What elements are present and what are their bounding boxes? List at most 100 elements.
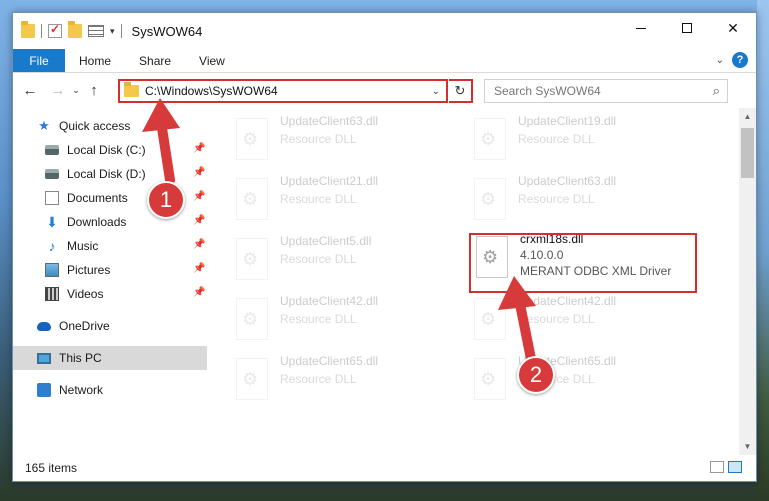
computer-icon [37,352,51,364]
minimize-button[interactable] [618,13,664,43]
dll-file-icon [236,298,268,340]
properties-icon[interactable] [88,25,104,37]
file-desc: Resource DLL [280,192,357,206]
forward-arrow-icon[interactable]: → [47,82,69,99]
file-name: UpdateClient42.dll [280,294,379,308]
help-icon[interactable]: ? [732,52,748,68]
file-item[interactable]: UpdateClient19.dll Resource DLL [474,112,694,166]
file-item[interactable]: UpdateClient63.dll Resource DLL [474,172,694,226]
download-icon: ⬇ [46,214,58,230]
file-desc: Resource DLL [518,192,595,206]
search-placeholder: Search SysWOW64 [494,84,601,98]
nav-music[interactable]: ♪ Music 📌 [13,234,207,258]
pictures-icon [45,263,59,277]
file-item[interactable]: UpdateClient65.dllResource DLL [474,352,694,406]
nav-label: Downloads [67,215,127,229]
nav-label: Videos [67,287,104,301]
search-input[interactable]: Search SysWOW64 ⌕ [484,79,728,103]
dll-file-icon [474,358,506,400]
maximize-icon [682,23,692,33]
nav-label: OneDrive [59,319,110,333]
navigation-pane: ★ Quick access Local Disk (C:) 📌 Local D… [13,108,207,455]
pin-icon[interactable]: 📌 [193,239,205,250]
nav-label: Pictures [67,263,111,277]
file-item[interactable]: UpdateClient63.dll Resource DLL [236,112,456,166]
nav-pictures[interactable]: Pictures 📌 [13,258,207,282]
drive-icon [45,145,59,155]
file-item[interactable]: UpdateClient5.dll Resource DLL [236,232,456,286]
nav-local-disk-c[interactable]: Local Disk (C:) 📌 [13,138,207,162]
nav-quick-access[interactable]: ★ Quick access [13,114,207,138]
tab-file[interactable]: File [13,49,65,72]
file-item[interactable]: UpdateClient42.dll Resource DLL [236,292,456,346]
recent-locations-chevron-icon[interactable]: ⌄ [69,85,83,96]
new-folder-icon[interactable] [68,21,82,38]
file-item[interactable]: UpdateClient42.dll Resource DLL [474,292,694,346]
refresh-button[interactable]: ↻ [449,79,473,103]
address-bar[interactable]: C:\Windows\SysWOW64 ⌄ [118,79,448,103]
item-count: 165 items [25,461,78,475]
nav-label: Network [59,383,104,397]
address-dropdown-chevron-icon[interactable]: ⌄ [432,86,440,97]
maximize-button[interactable] [664,13,710,43]
expand-ribbon-chevron-icon[interactable]: ⌄ [716,55,724,66]
folder-icon [124,82,139,97]
divider [41,24,42,38]
close-icon: ✕ [727,19,739,36]
address-path[interactable]: C:\Windows\SysWOW64 [145,84,432,98]
file-name: UpdateClient21.dll [280,174,379,188]
file-name: UpdateClient42.dll [518,294,617,308]
title-bar: ▾ SysWOW64 ✕ [13,13,756,49]
step-1-marker: 1 [147,181,185,219]
nav-onedrive[interactable]: OneDrive [13,314,207,338]
pin-icon[interactable]: 📌 [193,191,205,202]
tab-home[interactable]: Home [65,49,125,72]
window-title: SysWOW64 [131,23,203,39]
customize-toolbar-chevron-icon[interactable]: ▾ [110,26,115,37]
star-icon: ★ [38,118,50,133]
file-name: UpdateClient19.dll [518,114,617,128]
nav-label: Local Disk (C:) [67,143,146,157]
file-desc: Resource DLL [280,252,357,266]
vertical-scrollbar[interactable]: ▲ ▼ [739,108,756,455]
nav-this-pc[interactable]: This PC [13,346,207,370]
pin-icon[interactable]: 📌 [193,287,205,298]
file-name: UpdateClient5.dll [280,234,372,248]
minimize-icon [636,27,646,29]
file-item[interactable]: UpdateClient65.dllResource DLL [236,352,456,406]
back-arrow-icon[interactable]: ← [19,82,41,99]
videos-icon [45,287,59,301]
desktop-background [757,0,769,501]
network-icon [37,383,51,397]
ribbon-tabs: File Home Share View ⌄ ? [13,49,756,73]
tiles-view-icon[interactable] [728,461,742,473]
pin-icon[interactable]: 📌 [193,167,205,178]
nav-videos[interactable]: Videos 📌 [13,282,207,306]
properties-check-icon[interactable] [48,22,62,38]
file-name: UpdateClient65.dll [280,354,379,368]
scroll-thumb[interactable] [741,128,754,178]
scroll-up-icon[interactable]: ▲ [739,108,756,125]
scroll-down-icon[interactable]: ▼ [739,438,756,455]
document-icon [45,191,59,205]
main-area: ★ Quick access Local Disk (C:) 📌 Local D… [13,108,756,455]
close-button[interactable]: ✕ [710,13,756,43]
up-arrow-icon[interactable]: ↑ [83,82,105,99]
file-item[interactable]: UpdateClient21.dll Resource DLL [236,172,456,226]
pin-icon[interactable]: 📌 [193,215,205,226]
highlight-box [469,233,697,293]
file-desc: Resource DLL [518,132,595,146]
address-row: ← → ⌄ ↑ C:\Windows\SysWOW64 ⌄ ↻ Search S… [13,73,756,107]
details-view-icon[interactable] [710,461,724,473]
pin-icon[interactable]: 📌 [193,143,205,154]
cloud-icon [37,321,51,331]
dll-file-icon [236,358,268,400]
view-buttons [710,461,742,473]
nav-local-disk-d[interactable]: Local Disk (D:) 📌 [13,162,207,186]
tab-view[interactable]: View [185,49,239,72]
tab-share[interactable]: Share [125,49,185,72]
pin-icon[interactable]: 📌 [193,263,205,274]
nav-network[interactable]: Network [13,378,207,402]
dll-file-icon [236,118,268,160]
nav-label: Local Disk (D:) [67,167,146,181]
